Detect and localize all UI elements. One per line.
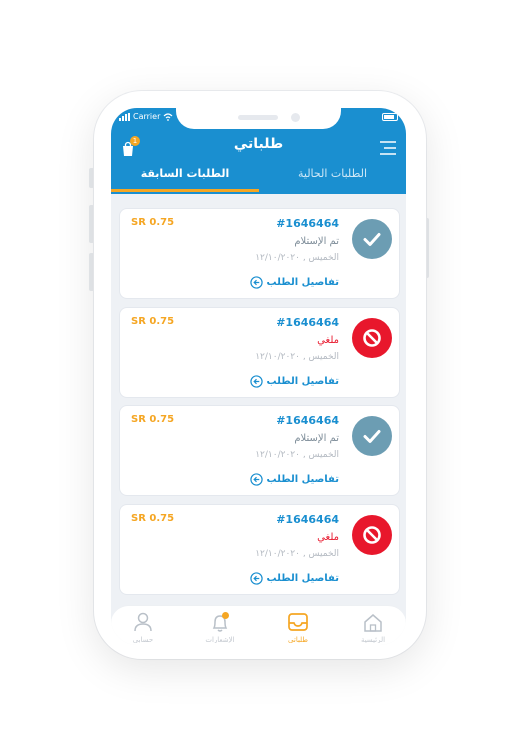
status-bar-left: Carrier <box>119 112 173 121</box>
order-card[interactable]: SR 0.75 #1646464 ملغي الخميس , ١٢/١٠/٢٠٢… <box>119 307 400 398</box>
device-mockup: Carrier 1 طلباتي الطلبات السابقة الطلبات… <box>0 0 518 750</box>
order-date: الخميس , ١٢/١٠/٢٠٢٠ <box>255 450 339 460</box>
order-card[interactable]: SR 0.75 #1646464 ملغي الخميس , ١٢/١٠/٢٠٢… <box>119 504 400 595</box>
order-id: #1646464 <box>276 513 339 526</box>
order-details-link[interactable]: تفاصيل الطلب <box>249 473 339 486</box>
home-icon <box>364 614 382 632</box>
arrow-left-circle-icon <box>249 276 263 289</box>
order-details-link[interactable]: تفاصيل الطلب <box>249 572 339 585</box>
order-date: الخميس , ١٢/١٠/٢٠٢٠ <box>255 253 339 263</box>
carrier-label: Carrier <box>133 112 161 121</box>
arrow-left-circle-icon <box>249 375 263 388</box>
signal-icon <box>119 112 130 121</box>
nav-item-profile[interactable]: حسابي <box>123 612 163 643</box>
order-id: #1646464 <box>276 316 339 329</box>
nav-label-notifications: الإشعارات <box>205 636 235 643</box>
order-details-label: تفاصيل الطلب <box>266 573 339 584</box>
front-camera <box>291 113 300 122</box>
battery-icon <box>382 113 398 121</box>
wifi-icon <box>163 112 173 121</box>
speaker-grille <box>238 115 278 120</box>
check-icon <box>352 219 392 259</box>
order-details-label: تفاصيل الطلب <box>266 277 339 288</box>
tab-previous-orders[interactable]: الطلبات السابقة <box>111 166 259 188</box>
arrow-left-circle-icon <box>249 572 263 585</box>
order-date: الخميس , ١٢/١٠/٢٠٢٠ <box>255 549 339 559</box>
order-price: SR 0.75 <box>131 217 175 228</box>
order-status: تم الإستلام <box>294 236 339 247</box>
user-icon <box>134 612 152 632</box>
order-status: ملغي <box>317 532 339 543</box>
notification-badge <box>222 612 229 619</box>
order-status: تم الإستلام <box>294 433 339 444</box>
order-details-label: تفاصيل الطلب <box>266 376 339 387</box>
order-id: #1646464 <box>276 217 339 230</box>
order-status: ملغي <box>317 335 339 346</box>
nav-label-orders: طلباتي <box>288 636 308 643</box>
order-price: SR 0.75 <box>131 513 175 524</box>
active-tab-indicator <box>111 189 259 192</box>
nav-item-home[interactable]: الرئيسية <box>353 612 393 643</box>
arrow-left-circle-icon <box>249 473 263 486</box>
ban-icon <box>352 515 392 555</box>
ban-icon <box>352 318 392 358</box>
tab-current-orders[interactable]: الطلبات الحالية <box>259 166 406 188</box>
order-price: SR 0.75 <box>131 414 175 425</box>
bell-icon <box>212 615 228 632</box>
nav-label-home: الرئيسية <box>360 636 386 643</box>
order-details-link[interactable]: تفاصيل الطلب <box>249 276 339 289</box>
order-card[interactable]: SR 0.75 #1646464 تم الإستلام الخميس , ١٢… <box>119 208 400 299</box>
order-id: #1646464 <box>276 414 339 427</box>
order-details-link[interactable]: تفاصيل الطلب <box>249 375 339 388</box>
app-header: Carrier 1 طلباتي الطلبات السابقة الطلبات… <box>111 108 406 194</box>
order-details-label: تفاصيل الطلب <box>266 474 339 485</box>
check-icon <box>352 416 392 456</box>
order-card[interactable]: SR 0.75 #1646464 تم الإستلام الخميس , ١٢… <box>119 405 400 496</box>
app-screen: Carrier 1 طلباتي الطلبات السابقة الطلبات… <box>111 108 406 645</box>
page-title: طلباتي <box>233 136 284 152</box>
nav-label-profile: حسابي <box>132 636 154 643</box>
bottom-nav: حسابي الإشعارات طلباتي الرئيسية <box>111 605 406 645</box>
nav-item-orders[interactable]: طلباتي <box>278 612 318 643</box>
order-date: الخميس , ١٢/١٠/٢٠٢٠ <box>255 352 339 362</box>
order-price: SR 0.75 <box>131 316 175 327</box>
inbox-icon <box>288 613 308 631</box>
nav-item-notifications[interactable]: الإشعارات <box>200 612 240 643</box>
menu-icon[interactable] <box>378 138 398 158</box>
